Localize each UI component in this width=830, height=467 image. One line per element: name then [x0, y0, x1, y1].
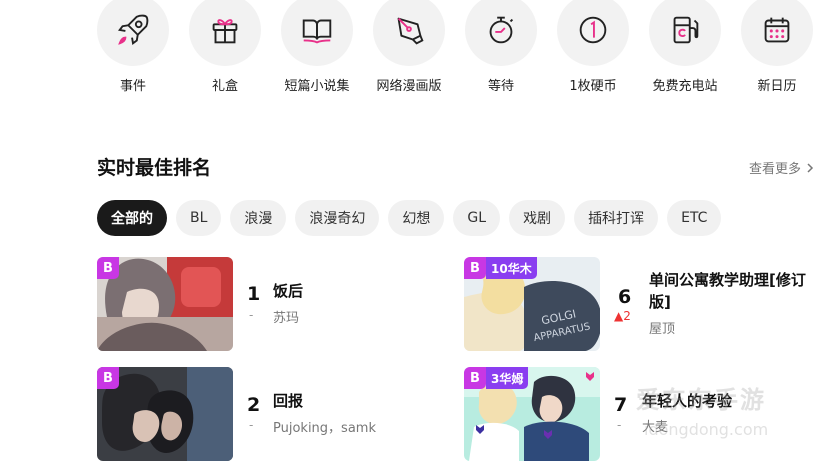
rocket-icon: [118, 14, 149, 45]
rank-change: -: [249, 308, 254, 322]
charging-station-icon: [673, 16, 699, 44]
category-free-charging[interactable]: 免费充电站: [639, 0, 731, 94]
see-more-label: 查看更多: [749, 162, 802, 177]
chip-etc[interactable]: ETC: [667, 200, 722, 236]
comic-author: Pujoking，samk: [273, 421, 376, 436]
comic-title: 回报: [273, 392, 304, 410]
rank-number: 2: [247, 394, 261, 416]
chip-romance-fantasy[interactable]: 浪漫奇幻: [295, 200, 380, 236]
chip-fantasy[interactable]: 幻想: [388, 200, 445, 236]
category-label: 网络漫画版: [376, 79, 442, 94]
rank-number: 1: [247, 283, 261, 305]
bl-badge: B: [464, 257, 486, 279]
category-event[interactable]: 事件: [87, 0, 179, 94]
bl-badge: B: [464, 367, 486, 389]
category-gift[interactable]: 礼盒: [179, 0, 271, 94]
chip-drama[interactable]: 戏剧: [509, 200, 566, 236]
comic-thumbnail: B 3华姆: [464, 367, 600, 461]
chip-bl[interactable]: BL: [176, 200, 222, 236]
chip-all[interactable]: 全部的: [97, 200, 167, 236]
pen-nib-icon: [397, 17, 424, 45]
category-label: 新日历: [757, 79, 797, 94]
category-webtoon[interactable]: 网络漫画版: [363, 0, 455, 94]
category-label: 等待: [487, 79, 514, 94]
ranking-item[interactable]: B 1 - 饭后 苏玛: [97, 257, 427, 351]
category-wait[interactable]: 等待: [455, 0, 547, 94]
bl-badge: B: [97, 367, 119, 389]
category-icon-row: 事件 礼盒 短篇小说集 网络漫画版 等待 1枚硬币 免费充电站 新日历: [0, 0, 830, 100]
see-more-link[interactable]: 查看更多: [749, 158, 815, 177]
comic-title: 单间公寓教学助理[修订版]: [649, 271, 806, 311]
comic-author: 屋顶: [649, 322, 676, 337]
book-icon: [302, 19, 332, 44]
category-short-stories[interactable]: 短篇小说集: [271, 0, 363, 94]
genre-filter-chips: 全部的 BL 浪漫 浪漫奇幻 幻想 GL 戏剧 插科打诨 ETC: [97, 200, 722, 236]
chip-romance[interactable]: 浪漫: [230, 200, 287, 236]
rank-change: -: [249, 418, 254, 432]
calendar-icon: [764, 17, 790, 43]
watermark-url: idongdong.com: [644, 420, 769, 439]
comic-thumbnail: GOLGI APPARATUS B 10华木: [464, 257, 600, 351]
category-label: 事件: [119, 79, 146, 94]
category-label: 短篇小说集: [284, 79, 350, 94]
category-label: 1枚硬币: [569, 79, 617, 94]
chip-gl[interactable]: GL: [453, 200, 501, 236]
rank-change-up: ▲2: [614, 309, 631, 323]
ranking-item[interactable]: B 2 - 回报 Pujoking，samk: [97, 367, 427, 461]
schedule-badge: 3华姆: [486, 367, 529, 389]
section-title: 实时最佳排名: [97, 157, 212, 179]
category-one-coin[interactable]: 1枚硬币: [547, 0, 639, 94]
comic-title: 饭后: [273, 282, 304, 300]
stopwatch-icon: [489, 16, 514, 44]
chip-comedy[interactable]: 插科打诨: [574, 200, 659, 236]
schedule-badge: 10华木: [486, 257, 537, 279]
gift-icon: [212, 19, 238, 44]
watermark-title: 爱东东手游: [636, 386, 766, 414]
comic-author: 苏玛: [273, 311, 300, 326]
comic-thumbnail: B: [97, 257, 233, 351]
chevron-right-icon: [807, 162, 814, 173]
category-label: 礼盒: [211, 79, 238, 94]
comic-thumbnail: B: [97, 367, 233, 461]
arrow-up-icon: ▲: [614, 309, 624, 323]
bl-badge: B: [97, 257, 119, 279]
watermark: 爱东东手游 idongdong.com: [612, 378, 824, 448]
coin-icon: [579, 16, 607, 44]
rank-number: 6: [618, 286, 632, 308]
category-label: 免费充电站: [652, 79, 718, 94]
category-new-calendar[interactable]: 新日历: [731, 0, 823, 94]
ranking-item[interactable]: GOLGI APPARATUS B 10华木 6 ▲2 单间公寓教学助理[修订版…: [464, 257, 806, 351]
